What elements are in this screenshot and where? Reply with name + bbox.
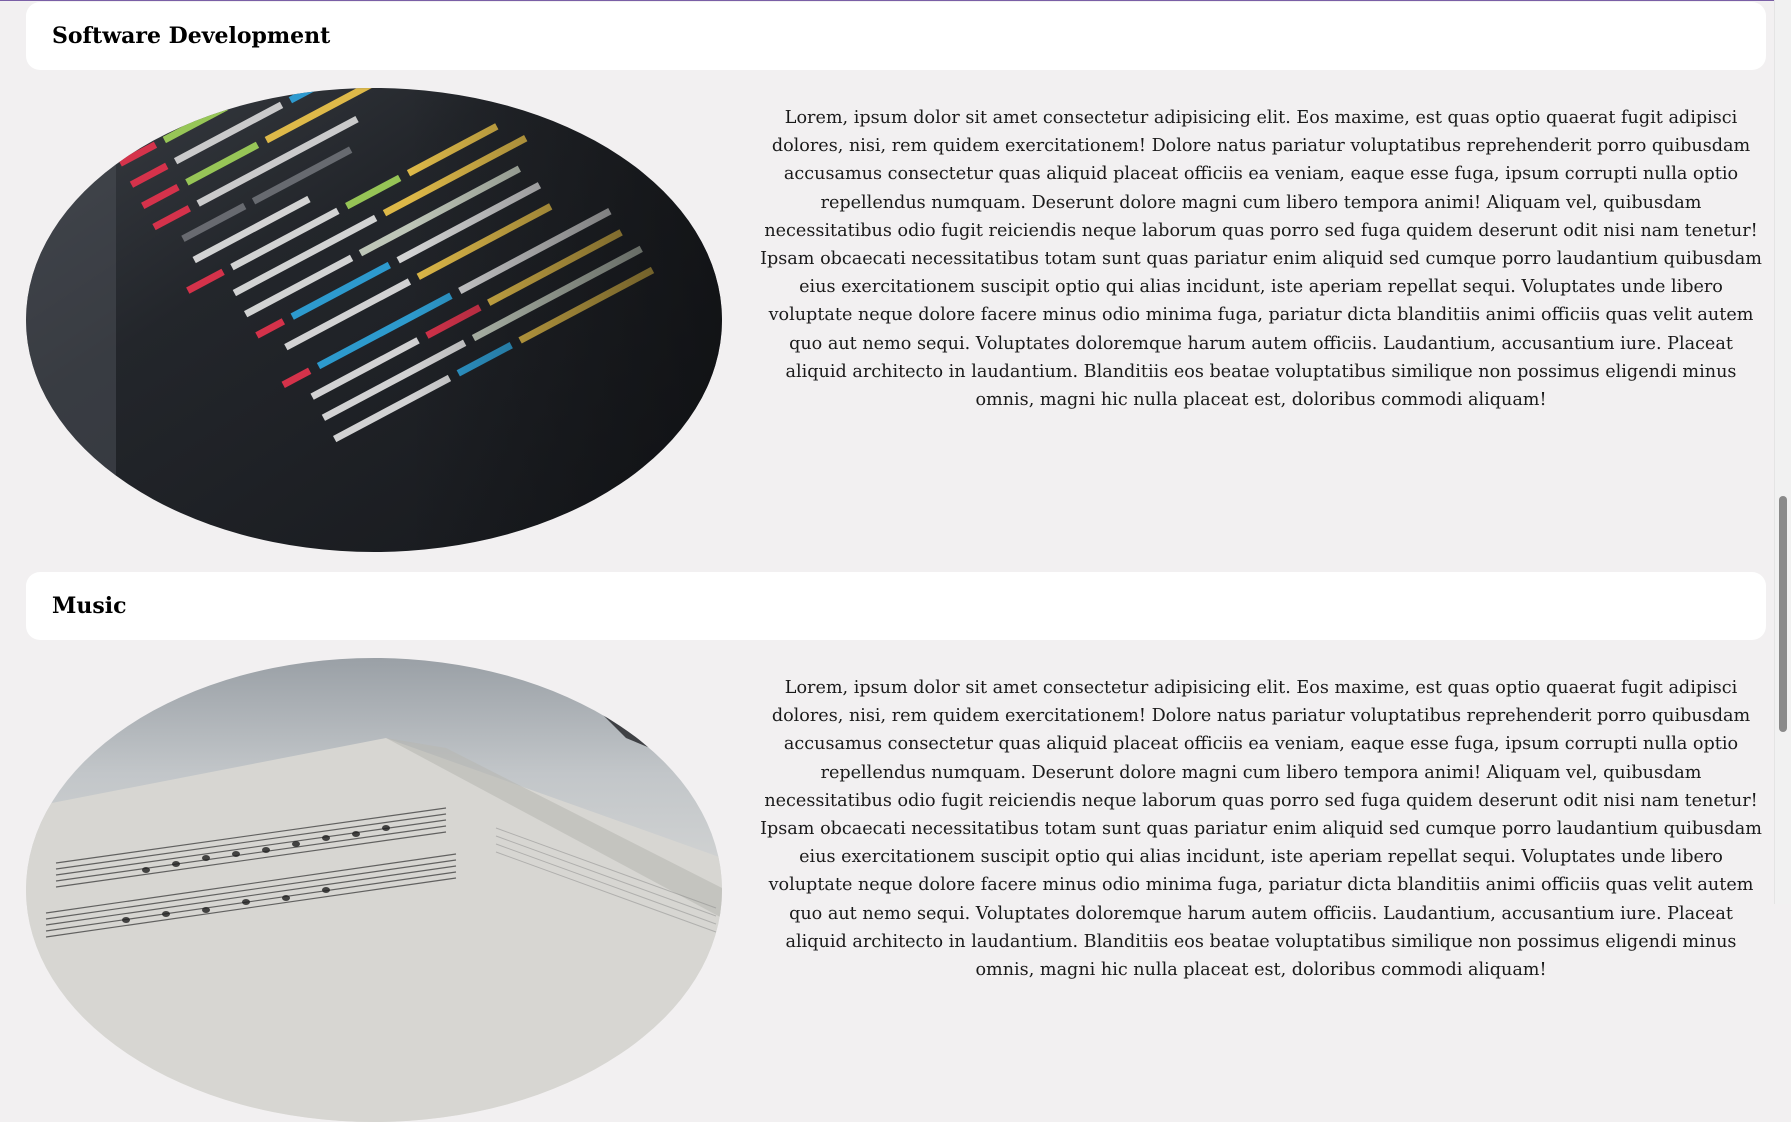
code-image (26, 88, 722, 552)
sheet-music-image (26, 658, 722, 1122)
section-description: Lorem, ipsum dolor sit amet consectetur … (760, 678, 1762, 981)
section-title: Software Development (52, 23, 331, 49)
section-header-software-development: Software Development (26, 2, 1766, 70)
section-header-music: Music (26, 572, 1766, 640)
vertical-scrollbar[interactable] (1774, 0, 1791, 904)
section-description: Lorem, ipsum dolor sit amet consectetur … (760, 108, 1762, 411)
scrollbar-thumb[interactable] (1779, 496, 1787, 732)
top-border-line (0, 0, 1775, 1)
section-title: Music (52, 593, 127, 619)
